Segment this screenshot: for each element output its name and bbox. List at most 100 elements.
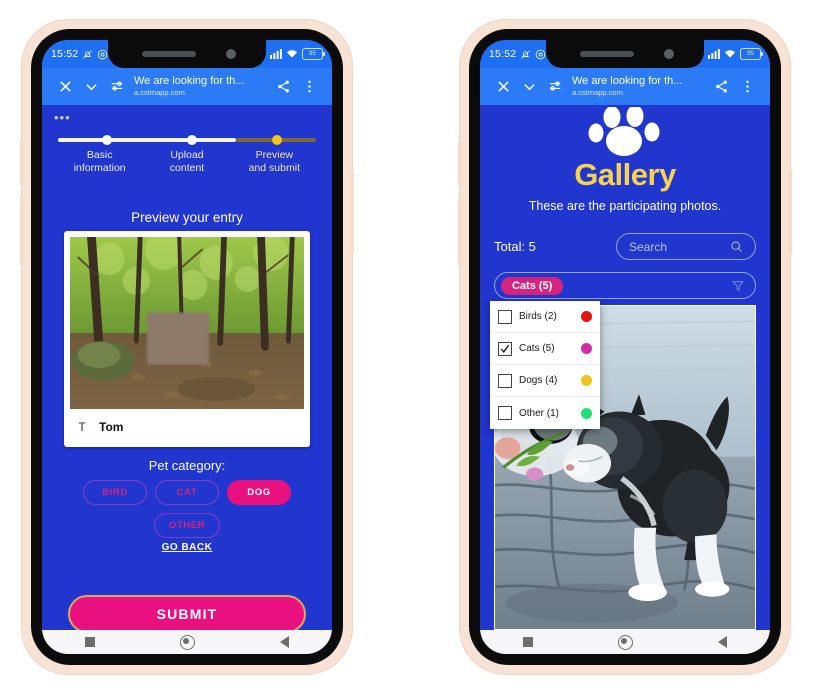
wifi-icon-2 <box>724 49 736 59</box>
step-label-preview-and-submit[interactable]: Preview and submit <box>231 149 318 175</box>
entry-photo <box>70 237 304 409</box>
gallery-title: Gallery <box>574 157 676 192</box>
phone-notch <box>108 40 266 68</box>
page-url: a.cstmapp.com <box>134 88 185 97</box>
cellular-signal-icon-2 <box>708 49 720 59</box>
dropdown-label-birds: Birds (2) <box>519 311 557 322</box>
dropdown-item-cats[interactable]: Cats (5) <box>490 333 600 365</box>
chevron-down-icon[interactable] <box>78 74 104 100</box>
gallery-page: Gallery These are the participating phot… <box>480 105 770 630</box>
circle-home-icon[interactable] <box>179 634 195 650</box>
entry-preview-card[interactable]: T Tom <box>64 231 310 447</box>
share-icon[interactable] <box>270 74 296 100</box>
bell-muted-icon-2 <box>520 49 531 60</box>
browser-toolbar-2: We are looking for th... a.cstmapp.com <box>480 68 770 105</box>
power-button[interactable] <box>350 170 354 254</box>
filter-funnel-icon[interactable] <box>731 279 745 293</box>
color-swatch-other <box>581 407 592 419</box>
step-label-upload-content[interactable]: Upload content <box>143 149 230 175</box>
avatar: T <box>78 420 86 434</box>
front-camera <box>226 49 236 59</box>
chrome-icon-2 <box>535 49 546 60</box>
right-phone-screen: 15:52 95 We are looking for th... a.cstm… <box>480 40 770 654</box>
search-icon[interactable] <box>730 240 743 253</box>
close-icon-2[interactable] <box>490 74 516 100</box>
earpiece-speaker <box>142 51 196 57</box>
battery-level-2: 95 <box>747 51 754 57</box>
phone-notch-2 <box>546 40 704 68</box>
go-back-link[interactable]: GO BACK <box>42 542 332 553</box>
battery-icon-2: 95 <box>740 48 763 60</box>
chevron-down-icon-2[interactable] <box>516 74 542 100</box>
dropdown-item-birds[interactable]: Birds (2) <box>490 301 600 333</box>
step2-line2: content <box>169 162 205 174</box>
android-nav-bar <box>42 630 332 654</box>
dropdown-label-dogs: Dogs (4) <box>519 375 558 386</box>
volume-down-button-2[interactable] <box>458 196 462 266</box>
stepper-dot-preview-and-submit[interactable] <box>272 135 283 145</box>
page-title: We are looking for th... <box>134 75 245 87</box>
browser-toolbar: We are looking for th... a.cstmapp.com <box>42 68 332 105</box>
volume-down-button[interactable] <box>20 196 24 266</box>
dropdown-label-cats: Cats (5) <box>519 343 555 354</box>
status-time: 15:52 <box>51 48 79 60</box>
right-phone-device: 15:52 95 We are looking for th... a.cstm… <box>458 20 792 674</box>
triangle-back-icon-2[interactable] <box>718 636 728 648</box>
gallery-subtitle: These are the participating photos. <box>528 199 722 213</box>
checkbox-dogs[interactable] <box>498 373 512 388</box>
chip-other[interactable]: OTHER <box>153 513 221 538</box>
step-label-basic-information[interactable]: Basic information <box>56 149 143 175</box>
battery-icon: 95 <box>302 48 325 60</box>
left-phone-screen: 15:52 95 We are looking for th... a.cstm… <box>42 40 332 654</box>
submit-page: ••• Basic information Upload content Pre… <box>42 105 332 630</box>
step2-line1: Upload <box>170 149 204 161</box>
triangle-back-icon[interactable] <box>280 636 290 648</box>
stepper-dot-basic-information[interactable] <box>101 135 112 145</box>
browser-title-block[interactable]: We are looking for th... a.cstmapp.com <box>130 75 270 98</box>
selected-filter-tag[interactable]: Cats (5) <box>501 276 564 295</box>
share-icon-2[interactable] <box>708 74 734 100</box>
chip-cat[interactable]: CAT <box>155 480 219 505</box>
close-icon[interactable] <box>52 74 78 100</box>
checkbox-cats[interactable] <box>498 341 512 356</box>
chip-dog[interactable]: DOG <box>227 480 291 505</box>
entry-meta-row: T Tom <box>70 413 304 441</box>
more-vertical-icon-2[interactable] <box>734 74 760 100</box>
browser-title-block-2[interactable]: We are looking for th... a.cstmapp.com <box>568 75 708 98</box>
preview-heading: Preview your entry <box>131 210 243 225</box>
pet-category-chips: BIRD CAT DOG OTHER <box>64 480 310 538</box>
search-placeholder: Search <box>629 239 668 254</box>
checkbox-other[interactable] <box>498 406 512 420</box>
dropdown-item-other[interactable]: Other (1) <box>490 397 600 429</box>
dropdown-label-other: Other (1) <box>519 407 560 419</box>
power-button-2[interactable] <box>788 170 792 254</box>
gallery-total-row: Total: 5 Search <box>494 233 756 260</box>
circle-home-icon-2[interactable] <box>617 634 633 650</box>
page-settings-icon[interactable] <box>104 74 130 100</box>
earpiece-speaker-2 <box>580 51 634 57</box>
category-filter-bar[interactable]: Cats (5) <box>494 272 756 299</box>
step3-line2: and submit <box>248 162 300 174</box>
volume-up-button[interactable] <box>20 140 24 186</box>
screenshot-stage: 15:52 95 We are looking for th... a.cstm… <box>0 0 829 694</box>
stepper-labels: Basic information Upload content Preview… <box>56 149 318 175</box>
total-count: Total: 5 <box>494 239 536 254</box>
battery-level: 95 <box>309 51 316 57</box>
dropdown-item-dogs[interactable]: Dogs (4) <box>490 365 600 397</box>
overflow-dots[interactable]: ••• <box>54 111 71 124</box>
color-swatch-dogs <box>581 375 592 386</box>
volume-up-button-2[interactable] <box>458 140 462 186</box>
submit-button[interactable]: SUBMIT <box>68 595 306 630</box>
cellular-signal-icon <box>270 49 282 59</box>
color-swatch-birds <box>581 311 592 322</box>
square-recents-icon-2[interactable] <box>522 637 533 647</box>
chip-bird[interactable]: BIRD <box>83 480 147 505</box>
search-input[interactable]: Search <box>616 233 756 260</box>
photo-redaction-overlay <box>146 312 209 365</box>
more-vertical-icon[interactable] <box>296 74 322 100</box>
stepper-dot-upload-content[interactable] <box>187 135 197 145</box>
page-settings-icon-2[interactable] <box>542 74 568 100</box>
square-recents-icon[interactable] <box>84 637 95 647</box>
checkbox-birds[interactable] <box>498 309 512 324</box>
category-dropdown-menu[interactable]: Birds (2) Cats (5) Dogs (4) Other (1) <box>490 301 600 429</box>
